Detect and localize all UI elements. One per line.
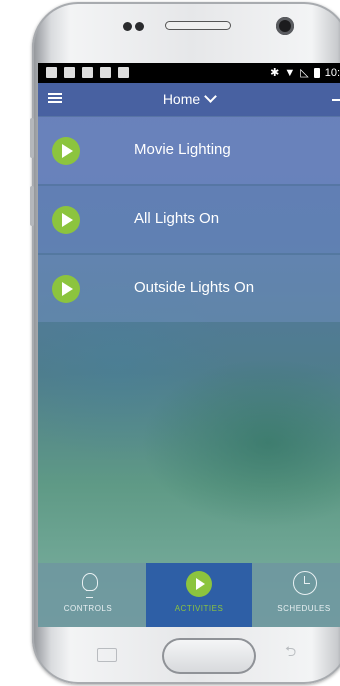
tab-schedules[interactable]: SCHEDULES: [254, 563, 340, 627]
activity-list: Movie Lighting All Lights On Outside Lig…: [38, 117, 340, 324]
play-icon[interactable]: [52, 137, 80, 165]
tab-label: ACTIVITIES: [174, 604, 224, 613]
activity-label: All Lights On: [134, 210, 220, 227]
system-icons: ✱ ▼ ◺ 10:: [270, 66, 340, 80]
bag-icon: [100, 67, 111, 78]
front-camera: [276, 17, 294, 35]
tab-controls[interactable]: CONTROLS: [38, 563, 138, 627]
chevron-down-icon: [204, 90, 218, 103]
activity-row[interactable]: Movie Lighting: [38, 117, 340, 184]
bluetooth-icon: ✱: [270, 67, 280, 79]
add-icon[interactable]: [332, 99, 340, 101]
clock-icon: [293, 571, 317, 595]
sensor-dots: [123, 20, 155, 32]
activity-row[interactable]: Outside Lights On: [38, 255, 340, 322]
tab-label: CONTROLS: [63, 604, 113, 613]
sim-icon: [64, 67, 75, 78]
app-bar: Home: [38, 83, 340, 116]
battery-icon: [313, 67, 320, 78]
back-key[interactable]: ⮌: [285, 644, 299, 658]
no-signal-icon: ◺: [300, 67, 309, 79]
wifi-icon: ▼: [284, 66, 296, 79]
android-icon: [118, 67, 129, 78]
page-title: Home: [162, 91, 201, 107]
play-icon: [186, 571, 212, 597]
notification-icons: [46, 67, 129, 78]
play-icon[interactable]: [52, 206, 80, 234]
home-selector[interactable]: Home: [38, 90, 340, 107]
status-bar: ✱ ▼ ◺ 10:: [38, 63, 340, 83]
bottom-tab-bar: CONTROLS ACTIVITIES SCHEDULES: [38, 563, 340, 627]
activity-label: Outside Lights On: [134, 279, 255, 296]
recent-apps-key[interactable]: [97, 648, 117, 662]
activity-row[interactable]: All Lights On: [38, 186, 340, 253]
home-key[interactable]: [162, 638, 256, 674]
status-time: 10:: [324, 66, 340, 79]
screen: ✱ ▼ ◺ 10: Home Movie Lighting All Lights…: [38, 63, 340, 627]
activity-label: Movie Lighting: [134, 141, 231, 158]
play-icon[interactable]: [52, 275, 80, 303]
tab-activities[interactable]: ACTIVITIES: [146, 563, 252, 627]
lightbulb-icon: [82, 573, 98, 591]
volume-button: [30, 118, 34, 158]
tab-label: SCHEDULES: [277, 604, 331, 613]
power-button: [30, 186, 34, 226]
check-icon: [82, 67, 93, 78]
image-icon: [46, 67, 57, 78]
earpiece-speaker: [165, 21, 231, 30]
